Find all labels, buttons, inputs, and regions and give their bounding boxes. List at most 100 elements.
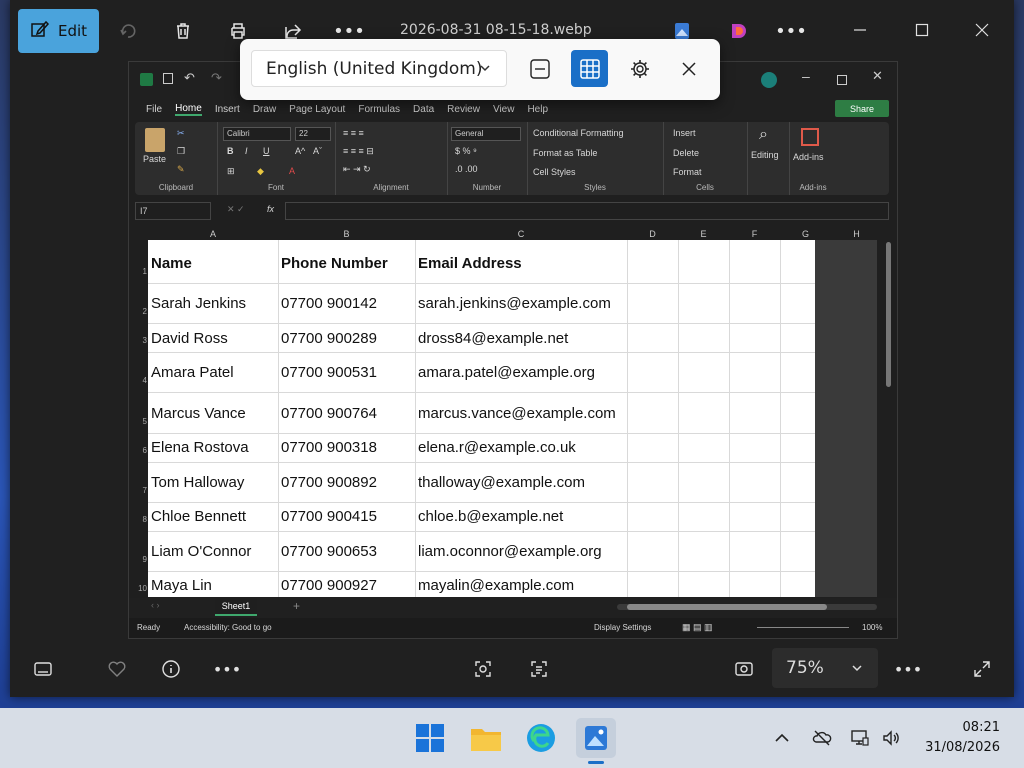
more-apps-icon[interactable]: ••• xyxy=(774,14,808,48)
redo-icon[interactable]: ↷ xyxy=(211,70,222,86)
cell-phone[interactable]: 07700 900531 xyxy=(281,364,377,381)
row-header[interactable]: 4 xyxy=(129,376,147,385)
search-icon[interactable]: ⌕ xyxy=(759,126,768,144)
column-header-g[interactable]: G xyxy=(780,228,831,240)
row-header[interactable]: 7 xyxy=(129,486,147,495)
cell-name[interactable]: Maya Lin xyxy=(151,577,212,594)
header-email[interactable]: Email Address xyxy=(418,255,522,272)
taskbar-clock[interactable]: 08:21 31/08/2026 xyxy=(925,718,1000,758)
excel-share-button[interactable]: Share xyxy=(835,100,889,117)
excel-zoom-level[interactable]: 100% xyxy=(862,623,882,632)
spreadsheet-grid[interactable]: Name Phone Number Email Address Sarah Je… xyxy=(148,240,815,597)
cell-email[interactable]: marcus.vance@example.com xyxy=(418,405,616,422)
delete-icon[interactable] xyxy=(166,14,200,48)
cell-phone[interactable]: 07700 900415 xyxy=(281,508,377,525)
add-sheet-icon[interactable]: + xyxy=(293,599,300,613)
save-icon[interactable] xyxy=(163,73,173,84)
view-mode-icons[interactable]: ▦ ▤ ▥ xyxy=(682,622,713,633)
cell-email[interactable]: chloe.b@example.net xyxy=(418,508,563,525)
row-header[interactable]: 3 xyxy=(129,336,147,345)
font-color-icon[interactable]: A xyxy=(289,166,295,176)
tab-page-layout[interactable]: Page Layout xyxy=(289,104,345,115)
column-header-f[interactable]: F xyxy=(729,228,780,240)
cell-name[interactable]: Marcus Vance xyxy=(151,405,246,422)
cell-phone[interactable]: 07700 900892 xyxy=(281,474,377,491)
add-ins-button[interactable]: Add-ins xyxy=(793,152,824,162)
edge-browser-icon[interactable] xyxy=(521,718,561,758)
tab-review[interactable]: Review xyxy=(447,104,480,115)
cell-phone[interactable]: 07700 900927 xyxy=(281,577,377,594)
chevron-up-icon[interactable] xyxy=(771,727,793,749)
text-scan-icon[interactable] xyxy=(522,652,556,686)
column-header-e[interactable]: E xyxy=(678,228,729,240)
cell-email[interactable]: elena.r@example.co.uk xyxy=(418,439,576,456)
layout-table-button[interactable] xyxy=(571,50,608,87)
cell-email[interactable]: mayalin@example.com xyxy=(418,577,574,594)
cell-phone[interactable]: 07700 900764 xyxy=(281,405,377,422)
column-header-d[interactable]: D xyxy=(627,228,678,240)
status-accessibility[interactable]: Accessibility: Good to go xyxy=(184,623,272,632)
sheet-tab-sheet1[interactable]: Sheet1 xyxy=(215,598,257,616)
maximize-icon[interactable] xyxy=(910,18,934,42)
align-left-icon[interactable]: ≡ ≡ ≡ ⊟ xyxy=(343,146,374,157)
align-top-icon[interactable]: ≡ ≡ ≡ xyxy=(343,128,364,138)
start-icon[interactable] xyxy=(410,718,450,758)
cell-name[interactable]: Amara Patel xyxy=(151,364,234,381)
file-explorer-icon[interactable] xyxy=(466,718,506,758)
editing-button[interactable]: Editing xyxy=(751,150,779,160)
column-header-a[interactable]: A xyxy=(148,228,278,240)
shrink-font-icon[interactable]: Aˇ xyxy=(313,146,322,156)
header-phone[interactable]: Phone Number xyxy=(281,255,388,272)
layout-text-button[interactable] xyxy=(521,50,558,87)
close-icon[interactable] xyxy=(970,18,994,42)
cell-name[interactable]: David Ross xyxy=(151,330,228,347)
bold-icon[interactable]: B xyxy=(227,146,234,156)
row-header[interactable]: 1 xyxy=(129,267,147,276)
visual-search-icon[interactable] xyxy=(466,652,500,686)
cell-name[interactable]: Elena Rostova xyxy=(151,439,249,456)
network-icon[interactable] xyxy=(849,727,871,749)
cell-email[interactable]: amara.patel@example.org xyxy=(418,364,595,381)
header-name[interactable]: Name xyxy=(151,255,192,272)
horizontal-scrollbar[interactable] xyxy=(617,604,877,610)
conditional-formatting-button[interactable]: Conditional Formatting xyxy=(533,128,624,138)
settings-button[interactable] xyxy=(621,50,658,87)
cell-email[interactable]: thalloway@example.com xyxy=(418,474,585,491)
column-header-c[interactable]: C xyxy=(415,228,627,240)
indent-icon[interactable]: ⇤ ⇥ ↻ xyxy=(343,164,371,175)
cell-name[interactable]: Chloe Bennett xyxy=(151,508,246,525)
cell-phone[interactable]: 07700 900289 xyxy=(281,330,377,347)
row-header[interactable]: 5 xyxy=(129,417,147,426)
tab-insert[interactable]: Insert xyxy=(215,104,240,115)
function-icon[interactable]: fx xyxy=(267,204,274,214)
excel-maximize-icon[interactable] xyxy=(837,75,847,85)
formula-cancel-icon[interactable]: ✕ ✓ xyxy=(227,204,245,215)
decimal-icon[interactable]: .0 .00 xyxy=(455,164,478,174)
tab-help[interactable]: Help xyxy=(527,104,548,115)
cell-name[interactable]: Sarah Jenkins xyxy=(151,295,246,312)
more-bottom-icon[interactable]: ••• xyxy=(210,652,244,686)
cell-email[interactable]: dross84@example.net xyxy=(418,330,568,347)
borders-icon[interactable]: ⊞ xyxy=(227,166,235,177)
tab-view[interactable]: View xyxy=(493,104,515,115)
underline-icon[interactable]: U xyxy=(263,146,270,156)
paste-icon[interactable] xyxy=(145,128,165,152)
account-icon[interactable] xyxy=(761,72,777,88)
horizontal-scroll-thumb[interactable] xyxy=(627,604,827,610)
insert-cells-button[interactable]: Insert xyxy=(673,128,696,138)
excel-minimize-icon[interactable]: – xyxy=(802,68,810,84)
grow-font-icon[interactable]: A^ xyxy=(295,146,305,156)
add-ins-icon[interactable] xyxy=(801,128,819,146)
minimize-icon[interactable] xyxy=(848,18,872,42)
row-header[interactable]: 9 xyxy=(129,555,147,564)
vertical-scrollbar[interactable] xyxy=(883,230,895,596)
close-popup-button[interactable] xyxy=(670,50,707,87)
edit-button[interactable]: Edit xyxy=(18,9,99,53)
sheet-nav-arrows[interactable]: ‹ › xyxy=(151,600,160,610)
info-icon[interactable] xyxy=(154,652,188,686)
tab-file[interactable]: File xyxy=(146,104,162,115)
delete-cells-button[interactable]: Delete xyxy=(673,148,699,158)
row-header[interactable]: 10 xyxy=(129,584,147,593)
tab-home[interactable]: Home xyxy=(175,103,202,116)
cell-name[interactable]: Liam O'Connor xyxy=(151,543,251,560)
